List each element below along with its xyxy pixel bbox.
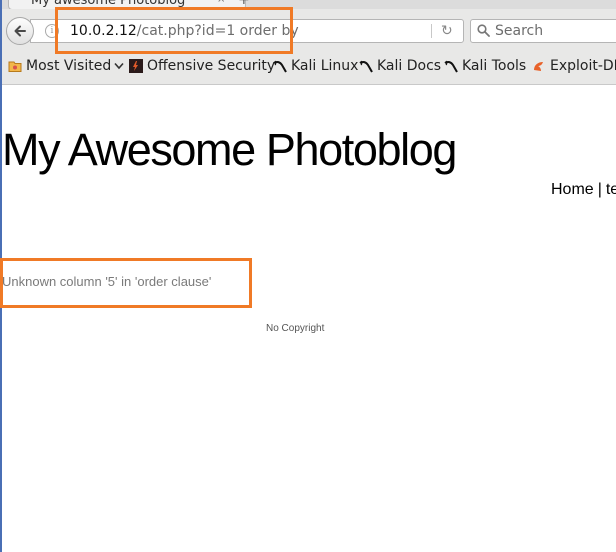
search-icon	[477, 24, 490, 37]
kali-dragon-icon	[359, 60, 373, 73]
bookmark-label: Exploit-DB	[550, 58, 616, 74]
footer-text: No Copyright	[266, 323, 325, 334]
offsec-icon	[129, 59, 143, 73]
chevron-down-icon	[114, 62, 124, 70]
back-arrow-icon	[14, 25, 26, 37]
bookmark-label: Kali Docs	[377, 58, 442, 74]
bookmark-offensive-security[interactable]: Offensive Security	[129, 58, 275, 74]
bookmark-label: Offensive Security	[147, 58, 276, 74]
bookmark-kali-docs[interactable]: Kali Docs	[359, 58, 441, 74]
bookmark-label: Most Visited	[26, 58, 112, 74]
kali-dragon-icon	[273, 60, 287, 73]
exploit-db-icon	[534, 62, 543, 71]
search-placeholder: Search	[495, 23, 544, 39]
kali-dragon-icon	[444, 60, 458, 73]
reload-icon[interactable]: ↻	[441, 23, 453, 39]
close-icon[interactable]: ×	[217, 0, 225, 5]
bookmark-exploit-db[interactable]: Exploit-DB	[532, 58, 616, 74]
bookmark-most-visited[interactable]: Most Visited	[8, 58, 124, 74]
bookmark-kali-linux[interactable]: Kali Linux	[273, 58, 358, 74]
bookmarks-toolbar: Most Visited Offensive Security Kali Lin…	[0, 54, 616, 80]
error-highlight-box	[0, 258, 252, 308]
search-input[interactable]: Search	[470, 19, 616, 43]
bookmark-label: Kali Tools	[462, 58, 527, 74]
folder-icon	[8, 61, 22, 72]
url-divider	[431, 24, 432, 38]
page-title: My Awesome Photoblog	[2, 124, 457, 175]
nav-link-home[interactable]: Home	[551, 181, 594, 198]
back-button[interactable]	[6, 17, 34, 45]
nav-separator: |	[597, 181, 602, 198]
nav-link-next[interactable]: te	[606, 181, 616, 198]
bookmark-kali-tools[interactable]: Kali Tools	[444, 58, 526, 74]
bookmark-label: Kali Linux	[291, 58, 359, 74]
url-highlight-box	[55, 7, 293, 54]
site-nav: Home | te	[551, 181, 616, 199]
